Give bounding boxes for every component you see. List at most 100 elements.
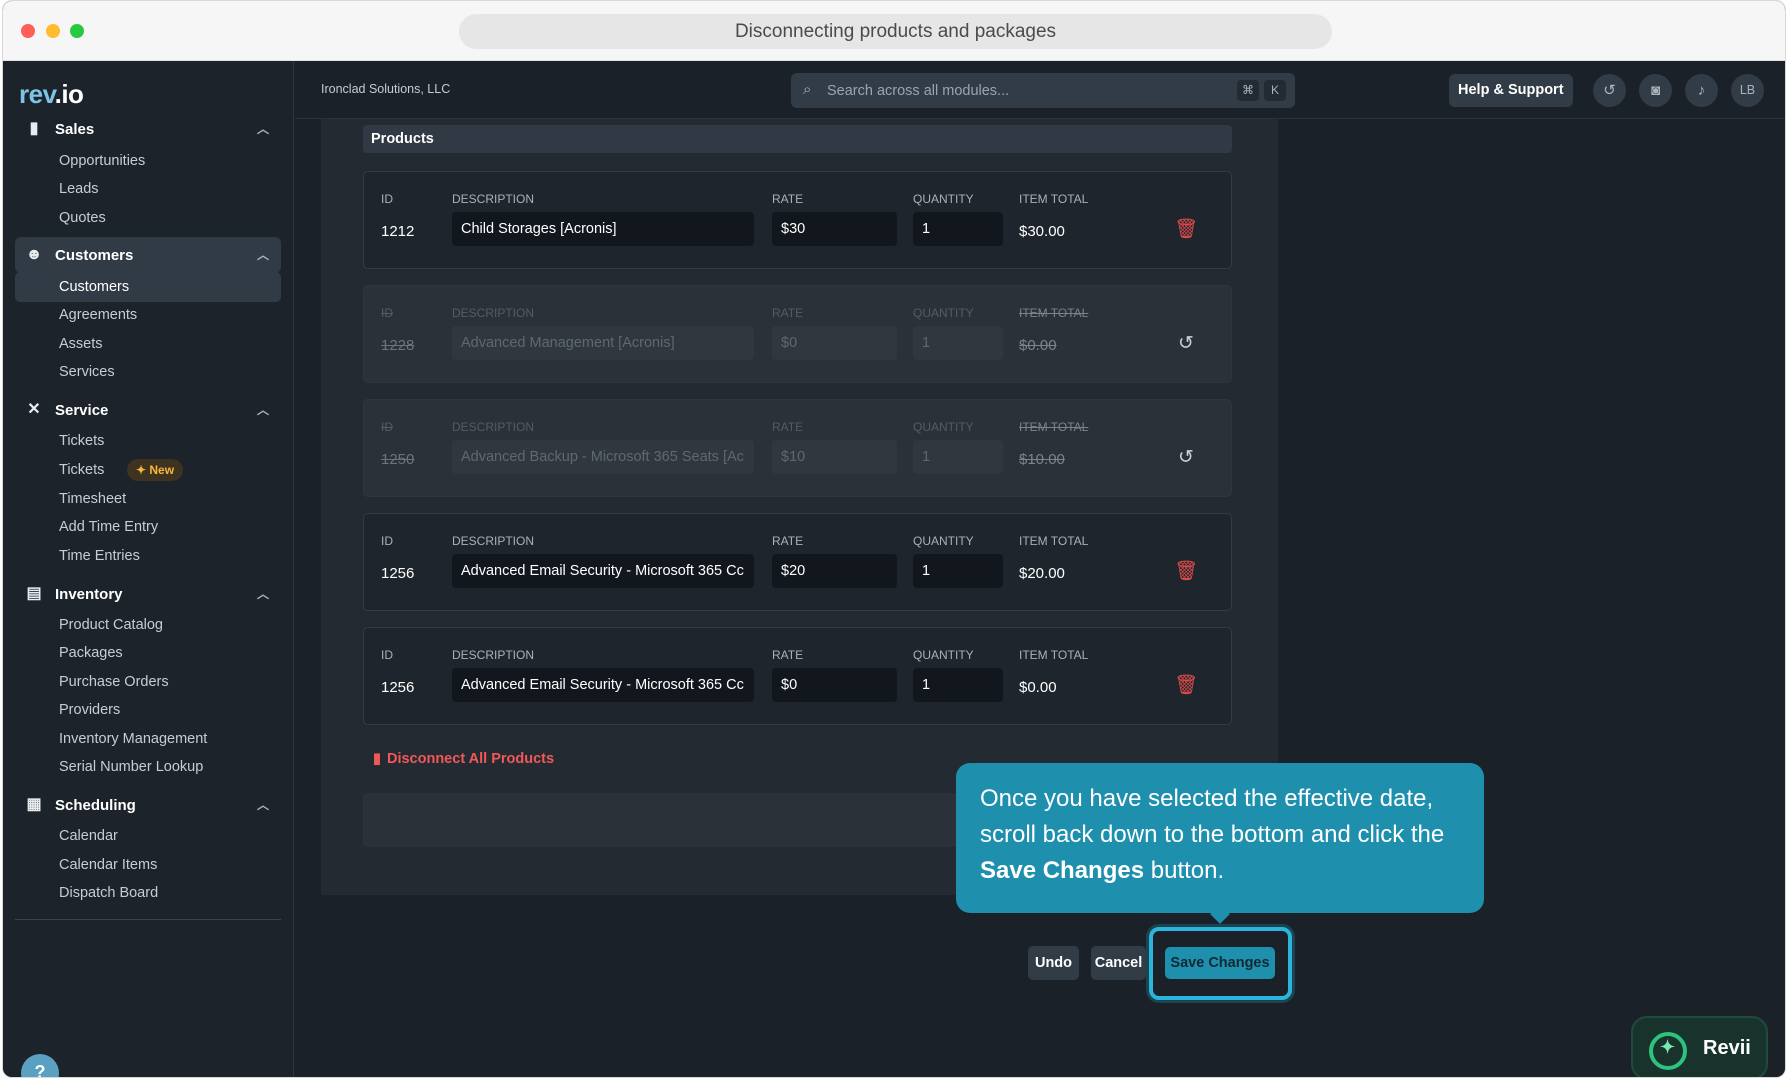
sidebar-item-calendar[interactable]: Calendar [15, 821, 281, 851]
sidebar-item-label: Time Entries [59, 548, 140, 564]
product-row-removed: ID DESCRIPTION RATE QUANTITY ITEM TOTAL … [363, 285, 1232, 383]
tools-icon: ✕ [27, 401, 41, 418]
description-field: Advanced Management [Acronis] [452, 326, 754, 360]
sidebar-item-providers[interactable]: Providers [15, 695, 281, 725]
trash-icon[interactable]: 🗑 [1174, 218, 1198, 242]
sidebar-section-scheduling[interactable]: ▦ Scheduling ︿ [15, 787, 281, 823]
history-icon[interactable]: ↺ [1593, 74, 1626, 107]
sidebar-item-time-entries[interactable]: Time Entries [15, 541, 281, 571]
trash-icon[interactable]: 🗑 [1174, 674, 1198, 698]
col-header-id: ID [381, 306, 393, 320]
sidebar-item-label: Quotes [59, 210, 106, 226]
rate-field[interactable]: $20 [772, 554, 897, 588]
bar-chart-icon: ▮ [29, 120, 39, 137]
item-total: $0.00 [1019, 337, 1057, 354]
restore-icon[interactable]: ↺ [1174, 446, 1198, 470]
sidebar-section-customers[interactable]: ☻ Customers ︿ [15, 237, 281, 273]
undo-button[interactable]: Undo [1028, 946, 1079, 980]
sidebar-item-services[interactable]: Services [15, 357, 281, 387]
sidebar-item-agreements[interactable]: Agreements [15, 300, 281, 330]
calendar-icon: ▦ [26, 796, 42, 813]
maximize-window-button[interactable] [70, 24, 84, 38]
sidebar-item-label: Services [59, 364, 115, 380]
sidebar-item-calendar-items[interactable]: Calendar Items [15, 850, 281, 880]
sidebar-item-label: Calendar Items [59, 857, 158, 873]
sidebar-item-dispatch-board[interactable]: Dispatch Board [15, 878, 281, 908]
sidebar-item-label: Serial Number Lookup [59, 759, 204, 775]
rate-field: $0 [772, 326, 897, 360]
camera-icon[interactable]: ◙ [1639, 74, 1672, 107]
sidebar-item-purchase-orders[interactable]: Purchase Orders [15, 667, 281, 697]
close-window-button[interactable] [21, 24, 35, 38]
col-header-description: DESCRIPTION [452, 420, 535, 434]
col-header-id: ID [381, 420, 393, 434]
product-row: ID DESCRIPTION RATE QUANTITY ITEM TOTAL … [363, 513, 1232, 611]
col-header-total: ITEM TOTAL [1019, 192, 1089, 206]
description-field[interactable]: Advanced Email Security - Microsoft 365 … [452, 554, 754, 588]
sidebar-item-customers[interactable]: Customers [15, 272, 281, 302]
minimize-window-button[interactable] [46, 24, 60, 38]
description-field[interactable]: Child Storages [Acronis] [452, 212, 754, 246]
sidebar-section-inventory[interactable]: ▤ Inventory ︿ [15, 576, 281, 612]
revio-logo[interactable]: rev.io [19, 79, 84, 110]
section-label: Inventory [55, 586, 123, 603]
rate-field[interactable]: $0 [772, 668, 897, 702]
col-header-total: ITEM TOTAL [1019, 648, 1089, 662]
quantity-field[interactable]: 1 [913, 668, 1003, 702]
search-input[interactable]: ⌕ Search across all modules... ⌘ K [791, 73, 1295, 108]
new-badge-label: New [149, 463, 175, 477]
sidebar-item-label: Opportunities [59, 153, 146, 169]
product-id: 1256 [381, 679, 415, 696]
sidebar-section-sales[interactable]: ▮ Sales ︿ [15, 111, 281, 147]
sidebar-item-tickets-new[interactable]: Tickets ✦ New [15, 455, 281, 485]
sidebar-item-packages[interactable]: Packages [15, 638, 281, 668]
quantity-field[interactable]: 1 [913, 212, 1003, 246]
app-window: Disconnecting products and packages rev.… [2, 0, 1786, 1078]
col-header-quantity: QUANTITY [913, 648, 974, 662]
sidebar-item-add-time-entry[interactable]: Add Time Entry [15, 512, 281, 542]
trash-icon[interactable]: 🗑 [1174, 560, 1198, 584]
sidebar-item-label: Providers [59, 702, 121, 718]
restore-icon[interactable]: ↺ [1174, 332, 1198, 356]
sidebar-item-inventory-management[interactable]: Inventory Management [15, 724, 281, 754]
col-header-quantity: QUANTITY [913, 420, 974, 434]
revii-assistant-button[interactable]: ✦ Revii [1631, 1016, 1768, 1077]
sidebar-item-assets[interactable]: Assets [15, 329, 281, 359]
command-key-hint: ⌘ [1237, 80, 1259, 101]
col-header-id: ID [381, 192, 393, 206]
chevron-up-icon: ︿ [256, 122, 269, 136]
sidebar-item-opportunities[interactable]: Opportunities [15, 146, 281, 176]
tooltip-text: Once you have selected the effective dat… [980, 785, 1445, 848]
description-field[interactable]: Advanced Email Security - Microsoft 365 … [452, 668, 754, 702]
sidebar-item-product-catalog[interactable]: Product Catalog [15, 610, 281, 640]
sidebar-section-service[interactable]: ✕ Service ︿ [15, 392, 281, 428]
cancel-button[interactable]: Cancel [1091, 946, 1146, 980]
sidebar-item-leads[interactable]: Leads [15, 174, 281, 204]
col-header-description: DESCRIPTION [452, 192, 535, 206]
sidebar-item-timesheet[interactable]: Timesheet [15, 484, 281, 514]
new-badge: ✦ New [127, 459, 184, 481]
avatar[interactable]: LB [1731, 74, 1764, 107]
sidebar-item-serial-number-lookup[interactable]: Serial Number Lookup [15, 752, 281, 782]
rate-field[interactable]: $30 [772, 212, 897, 246]
disconnect-all-products-button[interactable]: ▮ Disconnect All Products [373, 751, 554, 767]
col-header-id: ID [381, 648, 393, 662]
quantity-field[interactable]: 1 [913, 554, 1003, 588]
archive-icon: ▤ [26, 585, 42, 602]
sidebar-item-label: Product Catalog [59, 617, 163, 633]
guide-tooltip: Once you have selected the effective dat… [956, 763, 1484, 913]
company-name[interactable]: Ironclad Solutions, LLC [321, 82, 450, 96]
help-support-button[interactable]: Help & Support [1449, 74, 1573, 107]
sparkle-icon: ✦ [136, 463, 150, 477]
search-placeholder: Search across all modules... [827, 83, 1010, 99]
section-label: Scheduling [55, 797, 136, 814]
main-content: Products ID DESCRIPTION RATE QUANTITY IT… [295, 119, 1785, 1077]
sidebar-item-quotes[interactable]: Quotes [15, 203, 281, 233]
product-id: 1228 [381, 337, 415, 354]
product-row: ID DESCRIPTION RATE QUANTITY ITEM TOTAL … [363, 627, 1232, 725]
col-header-total: ITEM TOTAL [1019, 420, 1089, 434]
sidebar-item-label: Tickets [59, 462, 105, 478]
bell-icon[interactable]: ♪ [1685, 74, 1718, 107]
sidebar-item-tickets[interactable]: Tickets [15, 426, 281, 456]
save-changes-button[interactable]: Save Changes [1165, 947, 1275, 979]
